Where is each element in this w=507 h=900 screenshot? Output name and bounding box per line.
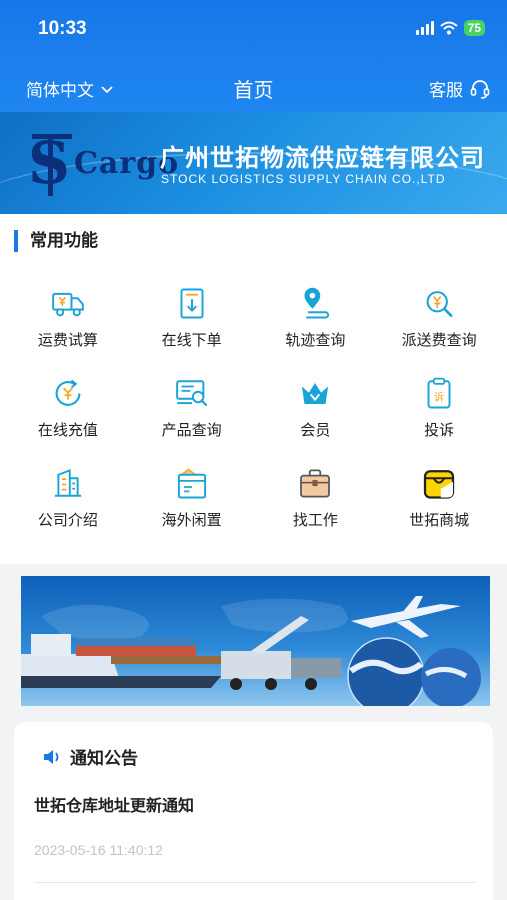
product-search-icon <box>175 380 207 407</box>
common-functions-section: 常用功能 运费试算 在线下单 轨迹查询 派送费查询 在线充值 产品查询 会员 诉… <box>0 214 507 564</box>
function-label: 会员 <box>300 421 331 439</box>
status-time: 10:33 <box>38 18 87 39</box>
yen-search-icon <box>426 291 453 318</box>
status-icons: 75 <box>415 20 485 36</box>
function-label: 轨迹查询 <box>285 331 346 349</box>
brand-banner: S Cargo 广州世拓物流供应链有限公司 STOCK LOGISTICS SU… <box>0 112 507 214</box>
function-delivery-fee[interactable]: 派送费查询 <box>377 286 501 350</box>
svg-text:诉: 诉 <box>434 391 445 404</box>
truck-yen-icon <box>52 292 84 317</box>
notice-header: 通知公告 <box>42 744 138 769</box>
status-bar: 10:33 75 <box>0 18 507 44</box>
notice-item-date: 2023-05-16 11:40:12 <box>34 842 163 858</box>
cellular-signal-icon <box>415 21 434 35</box>
function-online-order[interactable]: 在线下单 <box>130 286 254 350</box>
function-recharge[interactable]: 在线充值 <box>6 376 130 440</box>
customer-service-button[interactable]: 客服 <box>429 76 491 101</box>
company-name-cn: 广州世拓物流供应链有限公司 <box>160 144 485 172</box>
function-product-search[interactable]: 产品查询 <box>130 376 254 440</box>
crown-icon <box>302 383 329 404</box>
section-title: 常用功能 <box>14 230 98 252</box>
function-company-intro[interactable]: 公司介绍 <box>6 466 130 530</box>
function-label: 运费试算 <box>37 331 98 349</box>
headset-icon <box>470 79 490 99</box>
notice-item-title[interactable]: 世拓仓库地址更新通知 <box>34 792 194 816</box>
notice-title: 通知公告 <box>70 749 138 769</box>
location-pin-icon <box>304 287 330 319</box>
function-label: 世拓商城 <box>409 511 470 529</box>
function-overseas-idle[interactable]: 海外闲置 <box>130 466 254 530</box>
building-icon <box>54 468 81 497</box>
function-label: 派送费查询 <box>401 331 477 349</box>
function-label: 在线下单 <box>161 331 222 349</box>
company-name-en: STOCK LOGISTICS SUPPLY CHAIN CO.,LTD <box>161 172 446 186</box>
complaint-clipboard-icon: 诉 <box>427 377 451 409</box>
briefcase-icon <box>300 469 331 498</box>
function-label: 海外闲置 <box>161 511 222 529</box>
function-label: 找工作 <box>292 511 338 529</box>
order-download-icon <box>180 288 204 319</box>
logistics-banner-image[interactable] <box>21 576 490 706</box>
notice-card: 通知公告 世拓仓库地址更新通知 2023-05-16 11:40:12 <box>14 722 493 900</box>
shopping-bag-icon <box>423 470 455 499</box>
function-tracking[interactable]: 轨迹查询 <box>254 286 378 350</box>
box-icon <box>177 468 206 499</box>
yen-refresh-icon <box>55 379 81 406</box>
nav-bar: 简体中文 首页 客服 <box>0 72 507 102</box>
speaker-icon <box>44 749 59 764</box>
function-label: 产品查询 <box>161 421 222 439</box>
function-label: 在线充值 <box>37 421 98 439</box>
logistics-scene-image <box>21 596 481 706</box>
service-label: 客服 <box>429 81 463 101</box>
divider <box>34 882 475 883</box>
function-grid: 运费试算 在线下单 轨迹查询 派送费查询 在线充值 产品查询 会员 诉 投诉 公… <box>6 286 501 530</box>
top-header: 10:33 75 简体中文 首页 客服 <box>0 0 507 112</box>
function-mall[interactable]: 世拓商城 <box>377 466 501 530</box>
function-complaint[interactable]: 诉 投诉 <box>377 376 501 440</box>
function-member[interactable]: 会员 <box>254 376 378 440</box>
function-label: 公司介绍 <box>37 511 98 529</box>
function-freight-calc[interactable]: 运费试算 <box>6 286 130 350</box>
wifi-icon <box>439 21 458 35</box>
function-find-job[interactable]: 找工作 <box>254 466 378 530</box>
battery-icon: 75 <box>463 20 485 36</box>
function-label: 投诉 <box>424 421 455 439</box>
